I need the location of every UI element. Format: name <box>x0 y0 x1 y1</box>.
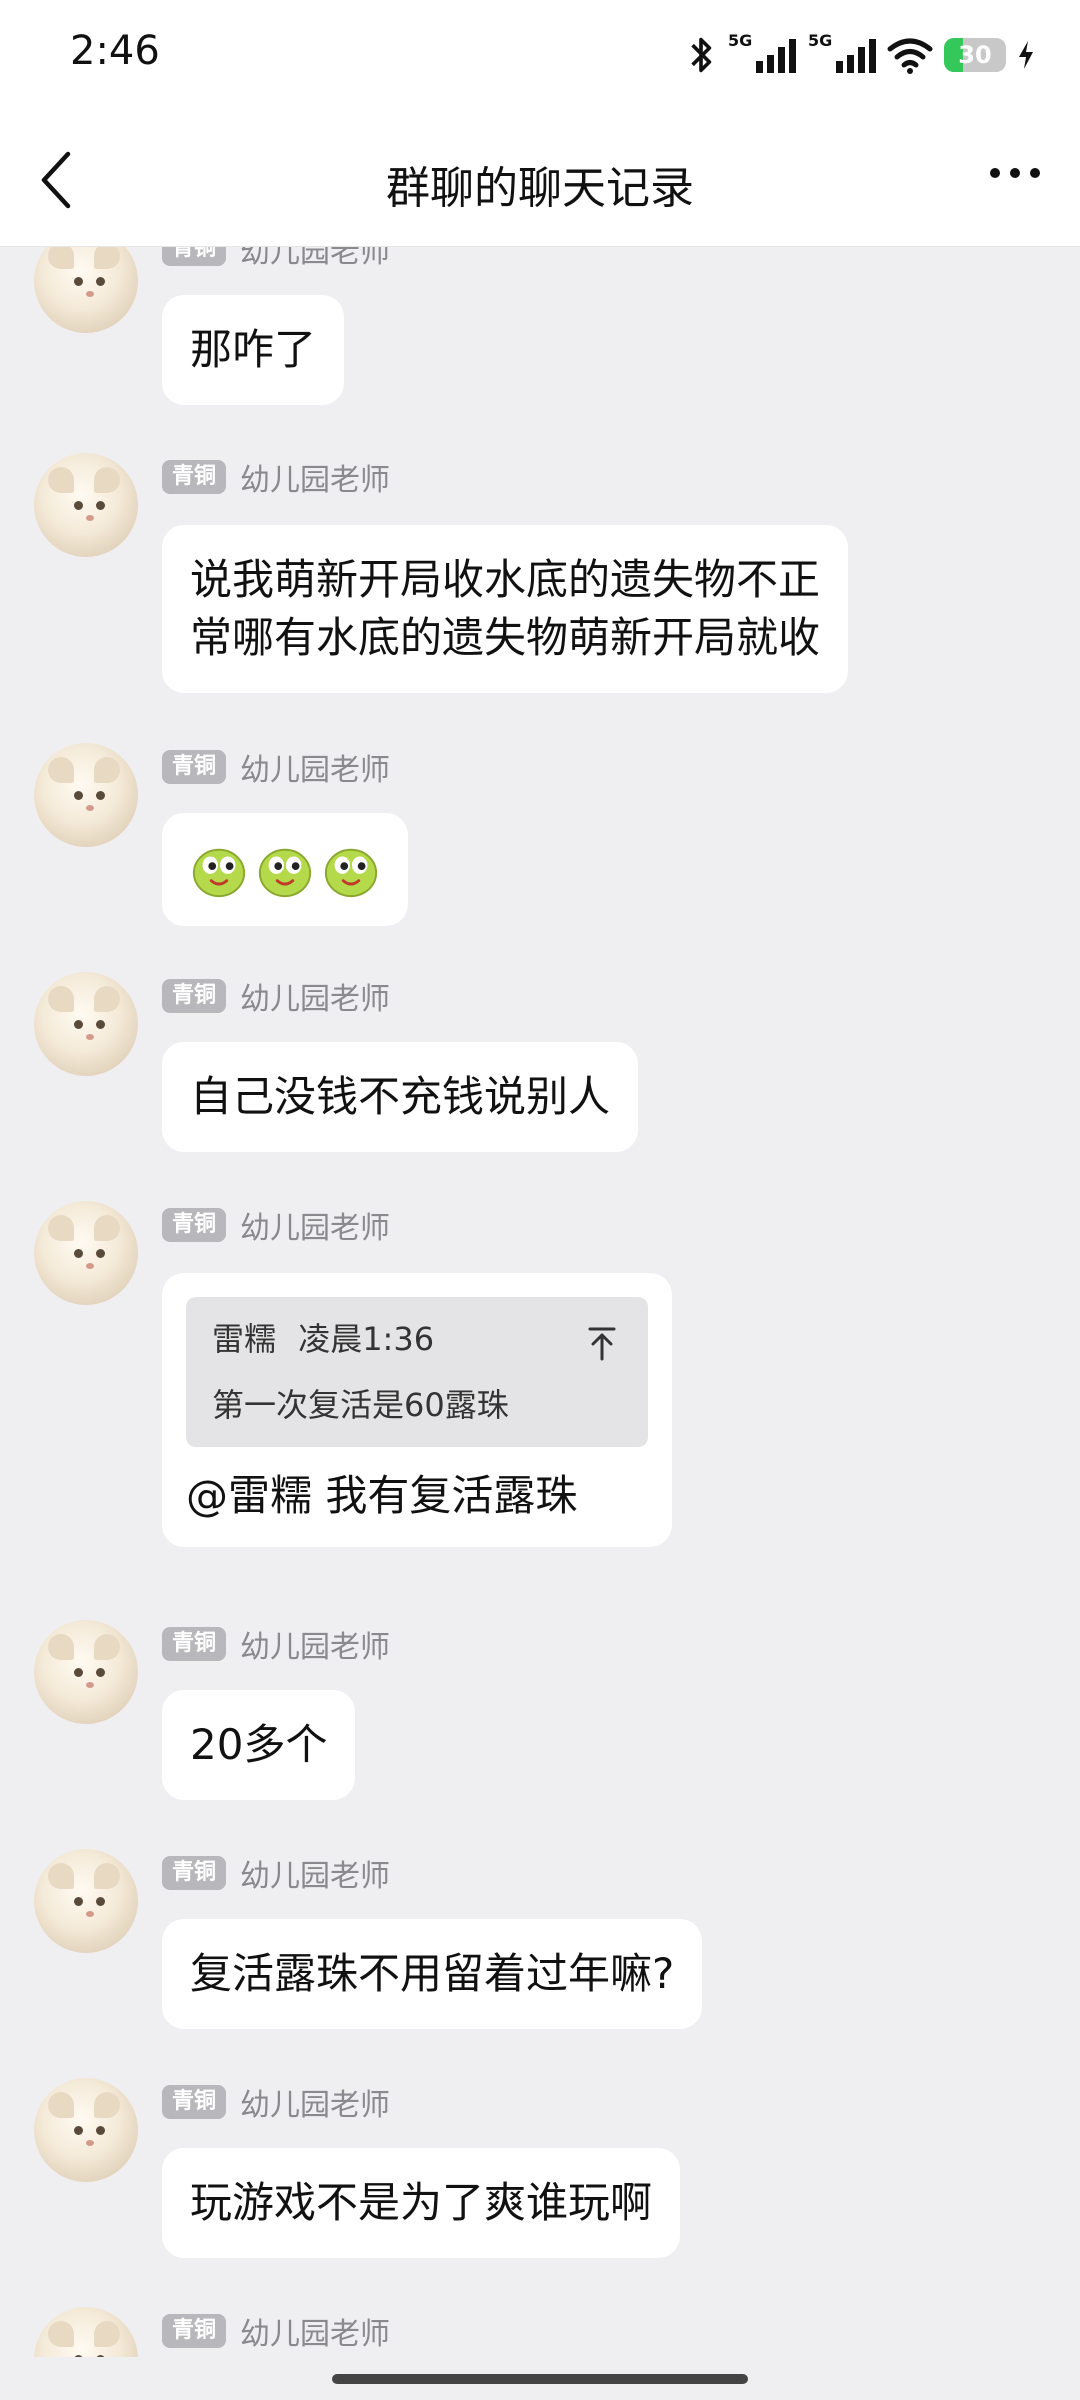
message-bubble[interactable]: 自己没钱不充钱说别人 <box>162 1042 639 1152</box>
message-text-line-1: 说我萌新开局收水底的遗失物不正 <box>190 555 821 604</box>
home-indicator[interactable] <box>332 2374 748 2384</box>
network-type-label: 5G <box>728 31 753 50</box>
avatar[interactable] <box>34 453 138 557</box>
network-type-label-2: 5G <box>808 31 833 50</box>
message-bubble[interactable] <box>162 813 408 926</box>
chat-history[interactable]: 青铜 幼儿园老师 那咋了 青铜 幼儿园老师 说我萌新开局收水底的遗失物不正 常哪… <box>0 247 1080 2357</box>
message-text: @雷糯 我有复活露珠 <box>186 1471 578 1520</box>
avatar[interactable] <box>34 2307 138 2357</box>
rank-badge: 青铜 <box>162 750 227 784</box>
message-meta: 青铜 幼儿园老师 <box>162 2082 391 2123</box>
smile-face-icon <box>192 848 246 897</box>
battery-level: 30 <box>958 41 992 69</box>
wifi-icon <box>887 38 933 74</box>
avatar[interactable] <box>34 1201 138 1305</box>
sender-name: 幼儿园老师 <box>240 2088 391 2123</box>
sender-name: 幼儿园老师 <box>240 463 391 498</box>
nav-bar: 群聊的聊天记录 <box>0 110 1080 247</box>
message-text: 玩游戏不是为了爽谁玩啊 <box>190 2178 653 2227</box>
message-text: 那咋了 <box>190 325 317 374</box>
avatar[interactable] <box>34 1849 138 1953</box>
rank-badge: 青铜 <box>162 979 227 1013</box>
message-meta: 青铜 幼儿园老师 <box>162 1624 391 1665</box>
sender-name: 幼儿园老师 <box>240 2317 391 2352</box>
message-meta: 青铜 幼儿园老师 <box>162 1205 391 1246</box>
battery-icon: 30 <box>944 38 1006 72</box>
quoted-message[interactable]: 雷糯 凌晨1:36 第一次复活是60露珠 <box>186 1297 648 1447</box>
status-bar: 2:46 5G 5G 30 <box>0 0 1080 110</box>
message-meta: 青铜 幼儿园老师 <box>162 1853 391 1894</box>
quote-time: 凌晨1:36 <box>298 1320 435 1358</box>
avatar[interactable] <box>34 1620 138 1724</box>
sender-name: 幼儿园老师 <box>240 1211 391 1246</box>
quote-text: 第一次复活是60露珠 <box>212 1386 509 1424</box>
smile-face-icon <box>258 848 312 897</box>
page-title: 群聊的聊天记录 <box>386 163 694 214</box>
bluetooth-icon <box>691 37 712 73</box>
rank-badge: 青铜 <box>162 247 227 266</box>
rank-badge: 青铜 <box>162 2314 227 2348</box>
status-time: 2:46 <box>70 28 160 74</box>
avatar[interactable] <box>34 2078 138 2182</box>
message-bubble[interactable]: 说我萌新开局收水底的遗失物不正 常哪有水底的遗失物萌新开局就收 <box>162 525 849 693</box>
jump-to-original-icon[interactable] <box>586 1325 618 1361</box>
smile-face-icon <box>324 848 378 897</box>
more-options-icon[interactable] <box>990 168 1040 178</box>
message-meta: 青铜 幼儿园老师 <box>162 2311 391 2352</box>
message-bubble[interactable]: 玩游戏不是为了爽谁玩啊 <box>162 2148 681 2258</box>
rank-badge: 青铜 <box>162 2085 227 2119</box>
rank-badge: 青铜 <box>162 1627 227 1661</box>
sender-name: 幼儿园老师 <box>240 1859 391 1894</box>
message-meta: 青铜 幼儿园老师 <box>162 247 391 270</box>
sender-name: 幼儿园老师 <box>240 1630 391 1665</box>
rank-badge: 青铜 <box>162 1856 227 1890</box>
message-bubble[interactable]: 那咋了 <box>162 295 345 405</box>
charging-bolt-icon <box>1019 41 1033 69</box>
signal-strength-icon: 5G <box>728 31 796 73</box>
message-bubble[interactable]: 20多个 <box>162 1690 356 1800</box>
message-text: 复活露珠不用留着过年嘛? <box>190 1949 675 1998</box>
rank-badge: 青铜 <box>162 1208 227 1242</box>
message-meta: 青铜 幼儿园老师 <box>162 747 391 788</box>
status-icons: 5G 5G 30 <box>684 30 1036 80</box>
quote-author: 雷糯 <box>212 1320 277 1358</box>
rank-badge: 青铜 <box>162 460 227 494</box>
message-text: 自己没钱不充钱说别人 <box>190 1072 611 1121</box>
message-bubble[interactable]: 雷糯 凌晨1:36 第一次复活是60露珠 @雷糯 我有复活露珠 <box>162 1273 672 1547</box>
message-meta: 青铜 幼儿园老师 <box>162 457 391 498</box>
message-text-line-2: 常哪有水底的遗失物萌新开局就收 <box>190 613 821 662</box>
message-bubble[interactable]: 复活露珠不用留着过年嘛? <box>162 1919 703 2029</box>
avatar[interactable] <box>34 743 138 847</box>
signal-strength-icon-2: 5G <box>808 31 876 73</box>
sender-name: 幼儿园老师 <box>240 982 391 1017</box>
message-meta: 青铜 幼儿园老师 <box>162 976 391 1017</box>
sender-name: 幼儿园老师 <box>240 753 391 788</box>
avatar[interactable] <box>34 972 138 1076</box>
quote-header: 雷糯 凌晨1:36 <box>212 1317 622 1361</box>
message-text: 20多个 <box>190 1720 328 1769</box>
avatar[interactable] <box>34 247 138 333</box>
sender-name: 幼儿园老师 <box>240 247 391 270</box>
